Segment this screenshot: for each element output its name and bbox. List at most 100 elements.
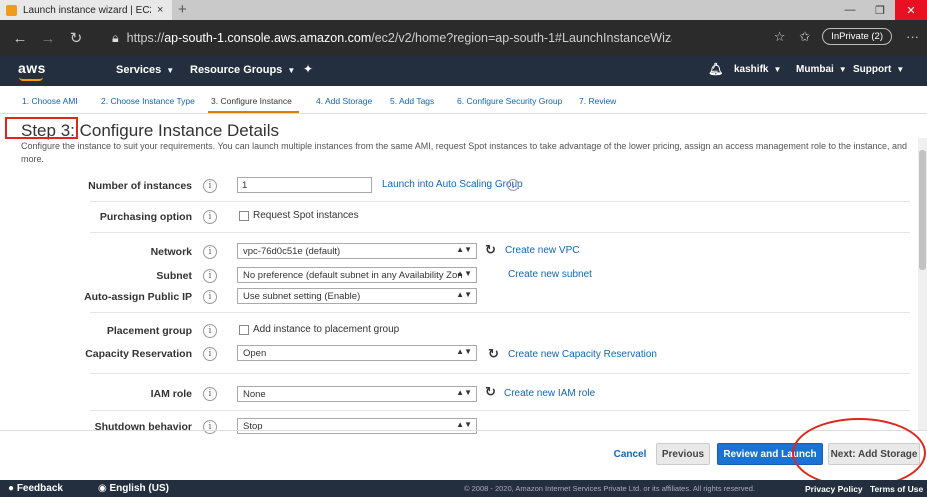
- step-add-tags[interactable]: 5. Add Tags: [390, 96, 434, 106]
- create-new-iam-role-link[interactable]: Create new IAM role: [504, 388, 595, 399]
- step-add-storage[interactable]: 4. Add Storage: [316, 96, 372, 106]
- select-arrow-icon: ▲▼: [456, 420, 472, 429]
- info-icon[interactable]: i: [203, 245, 217, 259]
- inprivate-badge[interactable]: InPrivate (2): [822, 28, 892, 45]
- privacy-policy-link[interactable]: Privacy Policy: [805, 484, 863, 494]
- placement-group-checkbox[interactable]: [239, 325, 249, 335]
- forward-icon[interactable]: →: [34, 30, 62, 47]
- number-of-instances-input[interactable]: 1: [237, 177, 372, 193]
- language-selector[interactable]: ◉ English (US): [98, 483, 169, 494]
- region-menu[interactable]: Mumbai ▼: [796, 64, 847, 75]
- refresh-iam-icon[interactable]: ↻: [485, 384, 496, 400]
- info-icon[interactable]: i: [203, 210, 217, 224]
- step-choose-ami[interactable]: 1. Choose AMI: [22, 96, 78, 106]
- favorite-star-icon[interactable]: ☆: [774, 29, 786, 45]
- divider: [90, 373, 910, 374]
- placement-group-label[interactable]: Add instance to placement group: [253, 324, 399, 335]
- url-field[interactable]: 🔒︎ https://ap-south-1.console.aws.amazon…: [112, 28, 672, 48]
- language-label: English (US): [109, 483, 169, 494]
- info-icon[interactable]: i: [203, 290, 217, 304]
- create-new-vpc-link[interactable]: Create new VPC: [505, 245, 579, 256]
- bell-icon[interactable]: 🔔︎: [708, 62, 723, 76]
- info-icon[interactable]: i: [203, 269, 217, 283]
- tab-close-icon[interactable]: ×: [157, 4, 163, 16]
- chevron-down-icon: ▼: [838, 65, 847, 74]
- cancel-button[interactable]: Cancel: [610, 443, 650, 465]
- terms-of-use-link[interactable]: Terms of Use: [870, 484, 923, 494]
- iam-role-select[interactable]: None ▲▼: [237, 386, 477, 402]
- chat-bubble-icon: ●: [8, 483, 15, 494]
- create-new-subnet-link[interactable]: Create new subnet: [508, 269, 592, 280]
- field-label: IAM role: [150, 388, 192, 400]
- aws-console-nav: aws Services ▼ Resource Groups ▼ ✦ 🔔︎ kash…: [0, 56, 927, 86]
- account-menu[interactable]: kashifk ▼: [734, 64, 781, 75]
- capacity-reservation-row: Capacity Reservation i Open ▲▼ ↻ Create n…: [0, 345, 920, 365]
- info-icon[interactable]: i: [203, 324, 217, 338]
- url-host: ap-south-1.console.aws.amazon.com: [164, 31, 372, 45]
- maximize-icon[interactable]: ❐: [865, 0, 895, 20]
- auto-assign-public-ip-select[interactable]: Use subnet setting (Enable) ▲▼: [237, 288, 477, 304]
- refresh-icon[interactable]: ↻: [62, 29, 90, 47]
- resource-groups-label: Resource Groups: [190, 64, 283, 76]
- resource-groups-menu[interactable]: Resource Groups ▼: [190, 64, 295, 76]
- auto-assign-public-ip-row: Auto-assign Public IP i Use subnet setti…: [0, 288, 920, 308]
- minimize-icon[interactable]: —: [835, 0, 865, 20]
- chevron-down-icon: ▼: [896, 65, 905, 74]
- number-of-instances-row: Number of instances i 1 Launch into Auto…: [0, 177, 920, 197]
- select-arrow-icon: ▲▼: [456, 388, 472, 397]
- pin-icon[interactable]: ✦: [303, 62, 313, 76]
- field-label: Placement group: [106, 325, 192, 337]
- new-tab-button[interactable]: +: [178, 1, 187, 18]
- support-menu[interactable]: Support ▼: [853, 64, 904, 75]
- feedback-label: Feedback: [16, 483, 63, 494]
- address-bar: ← → ↻ 🔒︎ https://ap-south-1.console.aws.…: [0, 20, 927, 56]
- placement-group-row: Placement group i Add instance to placem…: [0, 322, 920, 342]
- capacity-reservation-select[interactable]: Open ▲▼: [237, 345, 477, 361]
- purchasing-option-row: Purchasing option i Request Spot instanc…: [0, 208, 920, 228]
- create-capacity-reservation-link[interactable]: Create new Capacity Reservation: [508, 349, 657, 360]
- browser-tab[interactable]: Launch instance wizard | EC2 Ma ×: [0, 0, 172, 20]
- window-close-icon[interactable]: ✕: [895, 0, 927, 20]
- step-configure-security-group[interactable]: 6. Configure Security Group: [457, 96, 562, 106]
- previous-button[interactable]: Previous: [656, 443, 710, 465]
- request-spot-checkbox[interactable]: [239, 211, 249, 221]
- select-arrow-icon: ▲▼: [456, 347, 472, 356]
- page-scrollbar[interactable]: [918, 138, 927, 430]
- subnet-value: No preference (default subnet in any Ava…: [243, 269, 463, 281]
- network-row: Network i vpc-76d0c51e (default) ▲▼ ↻ Cre…: [0, 242, 920, 263]
- info-icon[interactable]: i: [507, 179, 519, 191]
- window-controls: — ❐ ✕: [835, 0, 927, 20]
- capacity-reservation-value: Open: [243, 347, 267, 359]
- browser-tab-strip: Launch instance wizard | EC2 Ma × + — ❐ …: [0, 0, 927, 20]
- info-icon[interactable]: i: [203, 347, 217, 361]
- request-spot-label[interactable]: Request Spot instances: [253, 210, 359, 221]
- divider: [90, 410, 910, 411]
- info-icon[interactable]: i: [203, 179, 217, 193]
- services-menu[interactable]: Services ▼: [116, 64, 174, 76]
- shutdown-behavior-select[interactable]: Stop ▲▼: [237, 418, 477, 434]
- aws-logo[interactable]: aws: [18, 60, 46, 81]
- step-configure-instance[interactable]: 3. Configure Instance: [211, 96, 292, 106]
- info-icon[interactable]: i: [203, 420, 217, 434]
- launch-auto-scaling-link[interactable]: Launch into Auto Scaling Group: [382, 179, 523, 190]
- step-choose-instance-type[interactable]: 2. Choose Instance Type: [101, 96, 195, 106]
- annotation-highlight-box: [5, 117, 78, 139]
- feedback-link[interactable]: ● Feedback: [8, 483, 63, 494]
- favorites-bar-icon[interactable]: ✩: [799, 29, 810, 45]
- subnet-row: Subnet i No preference (default subnet i…: [0, 267, 920, 287]
- subnet-select[interactable]: No preference (default subnet in any Ava…: [237, 267, 477, 283]
- field-label: Network: [150, 246, 192, 258]
- scrollbar-thumb[interactable]: [919, 150, 926, 270]
- iam-role-row: IAM role i None ▲▼ ↻ Create new IAM role: [0, 384, 920, 405]
- active-step-indicator: [208, 111, 299, 113]
- network-select[interactable]: vpc-76d0c51e (default) ▲▼: [237, 243, 477, 259]
- info-icon[interactable]: i: [203, 387, 217, 401]
- more-menu-icon[interactable]: ···: [906, 29, 919, 44]
- aws-logo-text: aws: [18, 60, 46, 76]
- refresh-capacity-icon[interactable]: ↻: [488, 346, 499, 362]
- back-icon[interactable]: ←: [6, 30, 34, 47]
- refresh-network-icon[interactable]: ↻: [485, 242, 496, 258]
- url-path: /ec2/v2/home?region=ap-south-1#LaunchIns…: [371, 31, 672, 45]
- select-arrow-icon: ▲▼: [456, 290, 472, 299]
- step-review[interactable]: 7. Review: [579, 96, 616, 106]
